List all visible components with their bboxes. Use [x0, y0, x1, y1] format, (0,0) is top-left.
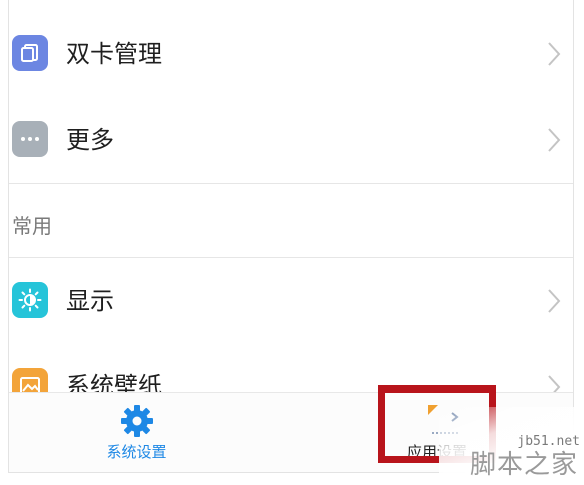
chevron-right-icon	[548, 128, 561, 152]
settings-item-label: 显示	[66, 287, 114, 315]
watermark-name: 脚本之家	[469, 450, 578, 480]
settings-screen: 双卡管理 更多 常用 显示 系统壁纸 系统设置 应用设置	[9, 0, 573, 472]
settings-item-dual-sim[interactable]: 双卡管理	[9, 11, 573, 97]
sim-card-icon	[12, 35, 48, 71]
settings-item-label: 双卡管理	[66, 40, 162, 68]
settings-item-display[interactable]: 显示	[9, 258, 573, 344]
tab-system-settings[interactable]: 系统设置	[69, 393, 204, 472]
settings-item-more[interactable]: 更多	[9, 97, 573, 183]
chevron-right-icon	[548, 289, 561, 313]
brightness-icon	[12, 282, 48, 318]
gear-icon	[120, 405, 153, 437]
settings-item-label: 更多	[66, 126, 114, 154]
screenshot-frame: 双卡管理 更多 常用 显示 系统壁纸 系统设置 应用设置 jb51.net 脚本…	[0, 0, 584, 485]
more-dots-icon	[12, 121, 48, 157]
section-header-common: 常用	[12, 214, 52, 238]
divider	[9, 183, 573, 184]
watermark: jb51.net 脚本之家	[439, 407, 584, 485]
chevron-right-icon	[548, 42, 561, 66]
tab-label: 系统设置	[106, 443, 167, 461]
